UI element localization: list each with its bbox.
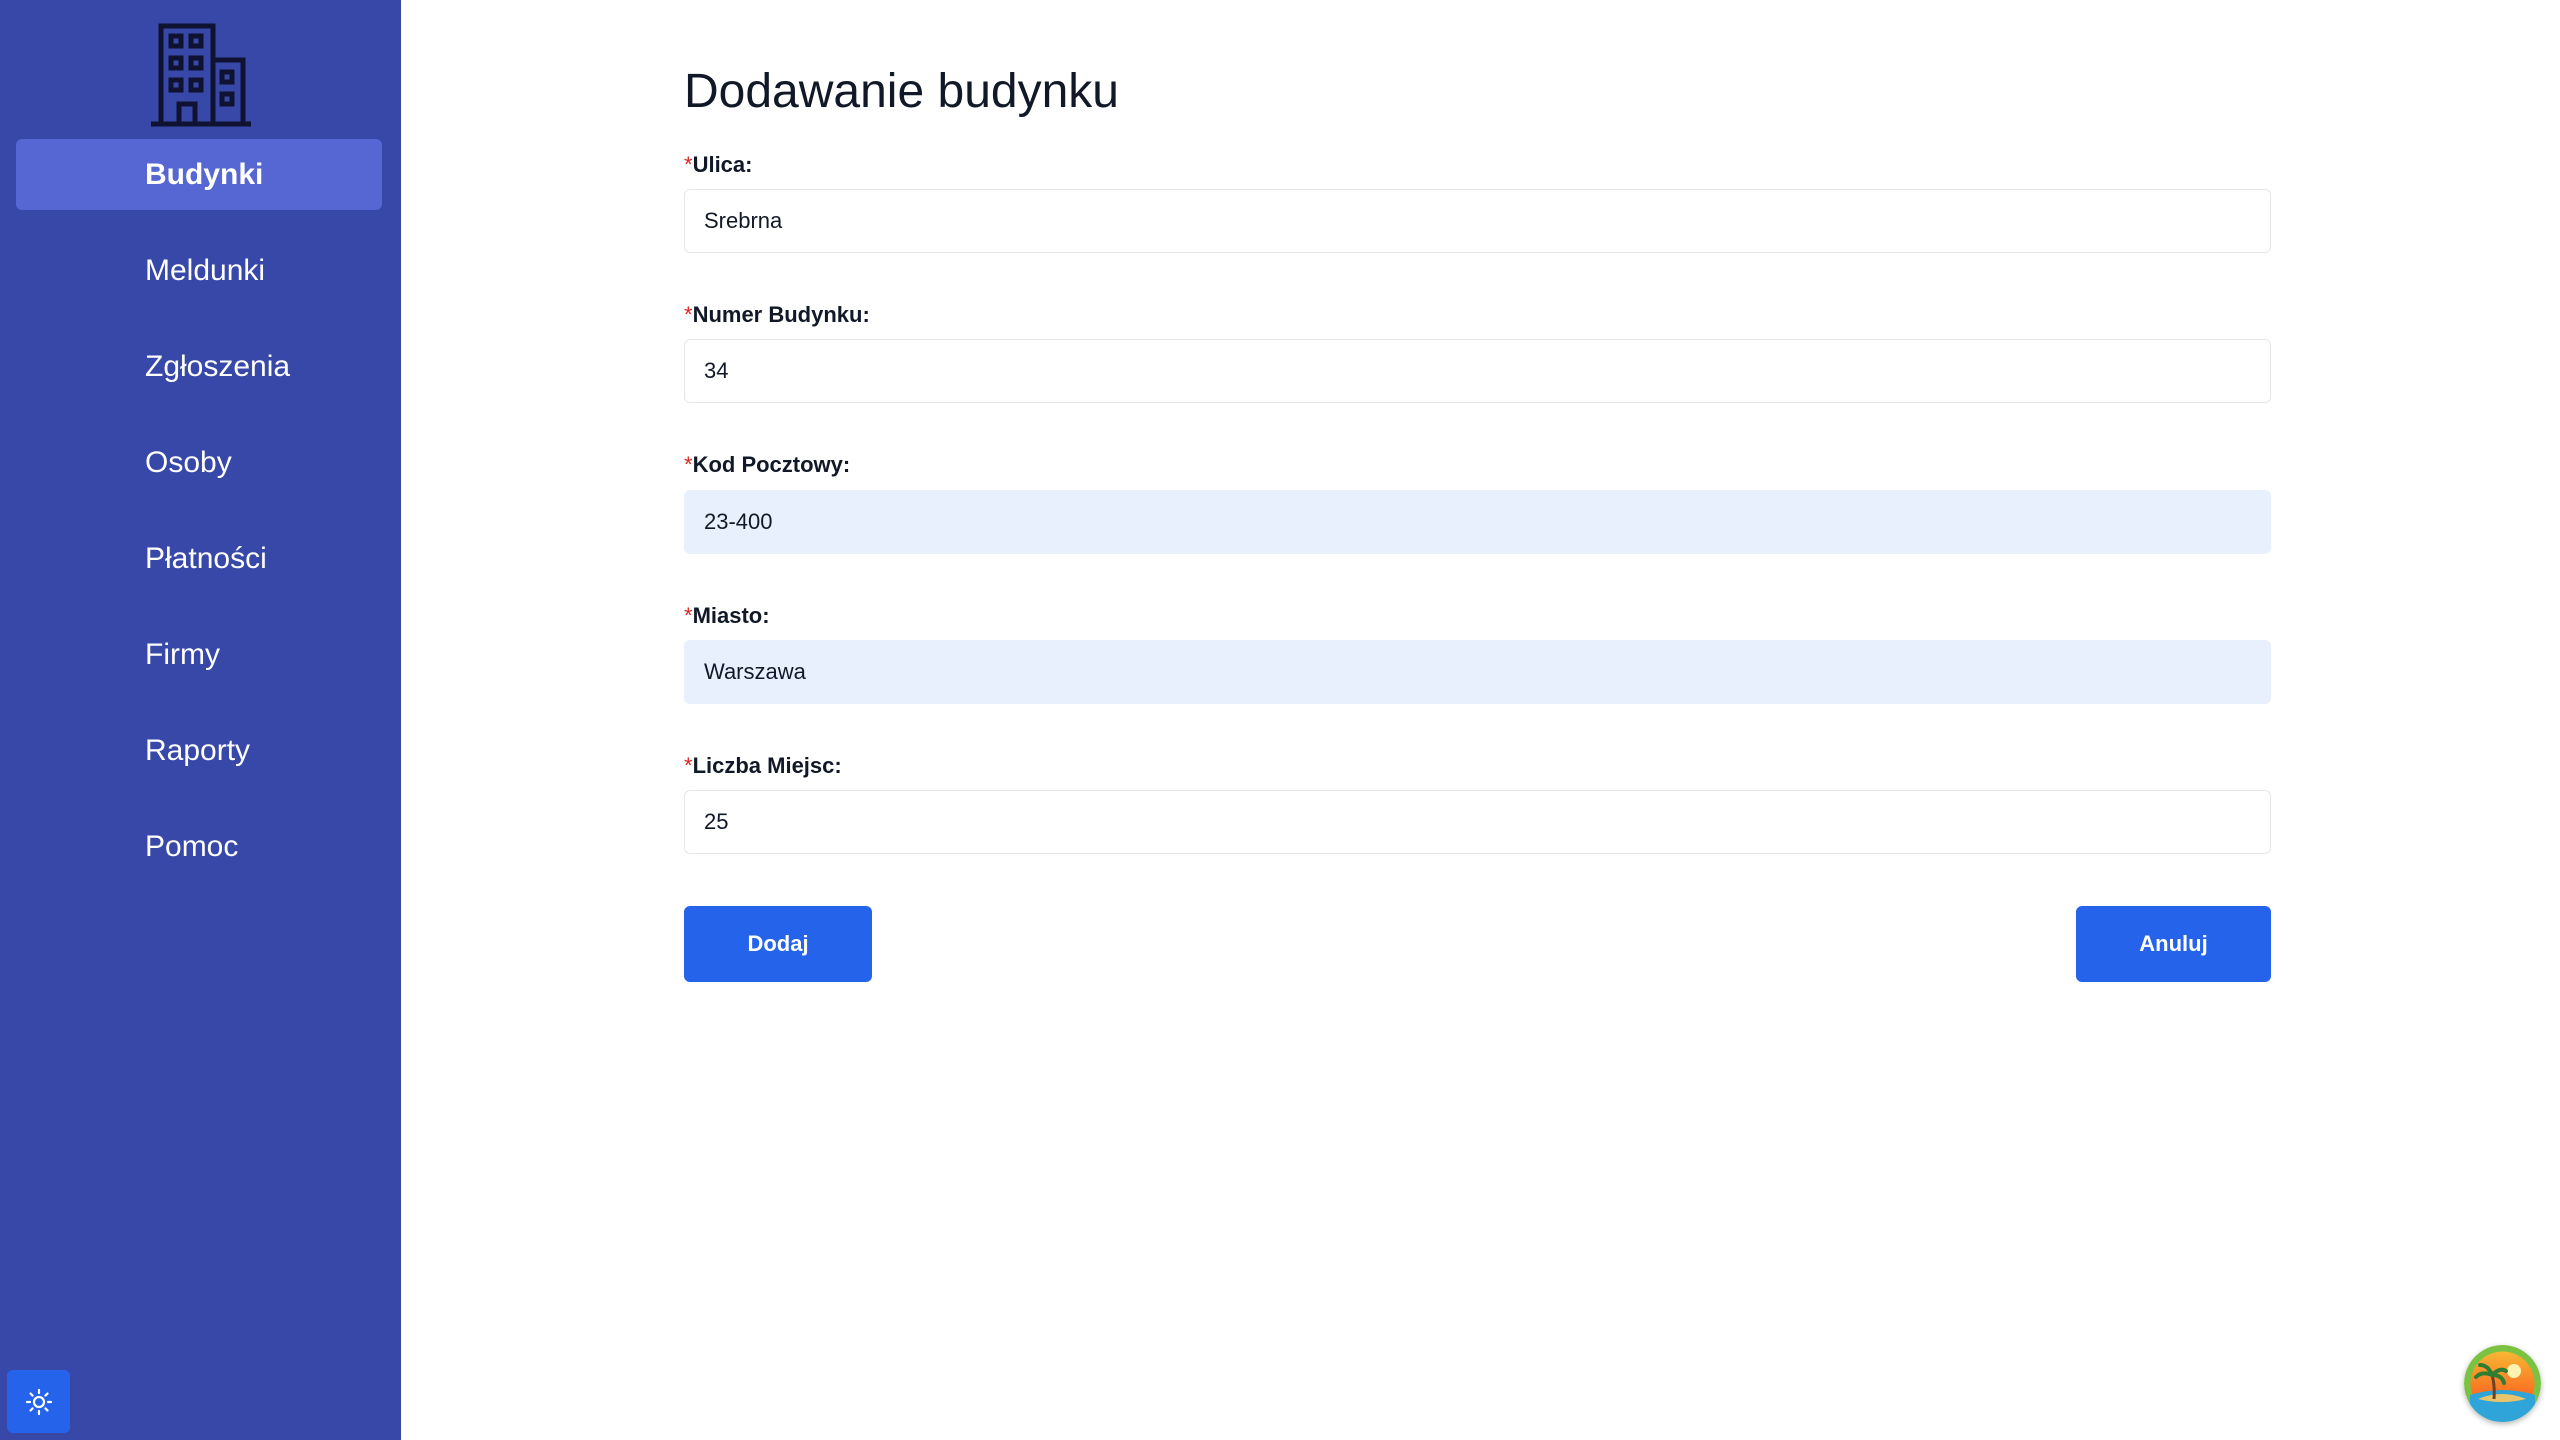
city-label-text: Miasto: xyxy=(692,603,770,628)
sidebar-item-raporty[interactable]: Raporty xyxy=(16,715,382,786)
sidebar-item-meldunki[interactable]: Meldunki xyxy=(16,235,382,306)
capacity-label-text: Liczba Miejsc: xyxy=(692,753,842,778)
theme-toggle-button[interactable] xyxy=(7,1370,70,1433)
sidebar-item-budynki[interactable]: Budynki xyxy=(16,139,382,210)
capacity-label: *Liczba Miejsc: xyxy=(684,753,842,779)
city-input[interactable] xyxy=(684,640,2271,704)
postal-code-label-text: Kod Pocztowy: xyxy=(692,452,851,477)
sidebar-item-osoby[interactable]: Osoby xyxy=(16,427,382,498)
postal-code-input[interactable] xyxy=(684,490,2271,554)
sidebar-item-platnosci[interactable]: Płatności xyxy=(16,523,382,594)
building-icon xyxy=(149,20,253,128)
building-number-label-text: Numer Budynku: xyxy=(692,302,870,327)
sidebar-item-zgloszenia[interactable]: Zgłoszenia xyxy=(16,331,382,402)
street-label: *Ulica: xyxy=(684,152,752,178)
avatar[interactable] xyxy=(2464,1345,2541,1422)
building-number-label: *Numer Budynku: xyxy=(684,302,870,328)
cancel-button[interactable]: Anuluj xyxy=(2076,906,2271,982)
required-mark: * xyxy=(684,302,693,327)
capacity-input[interactable] xyxy=(684,790,2271,854)
required-mark: * xyxy=(684,753,693,778)
postal-code-label: *Kod Pocztowy: xyxy=(684,452,850,478)
sun-icon xyxy=(25,1388,52,1415)
required-mark: * xyxy=(684,152,693,177)
city-label: *Miasto: xyxy=(684,603,770,629)
required-mark: * xyxy=(684,452,693,477)
sidebar: Budynki Meldunki Zgłoszenia Osoby Płatno… xyxy=(0,0,401,1440)
add-button[interactable]: Dodaj xyxy=(684,906,872,982)
street-label-text: Ulica: xyxy=(692,152,753,177)
building-number-input[interactable] xyxy=(684,339,2271,403)
main-content: Dodawanie budynku *Ulica: *Numer Budynku… xyxy=(401,0,2560,1440)
street-input[interactable] xyxy=(684,189,2271,253)
sidebar-item-firmy[interactable]: Firmy xyxy=(16,619,382,690)
sidebar-item-pomoc[interactable]: Pomoc xyxy=(16,811,382,882)
required-mark: * xyxy=(684,603,693,628)
app-root: Budynki Meldunki Zgłoszenia Osoby Płatno… xyxy=(0,0,2560,1440)
island-icon xyxy=(2464,1345,2541,1422)
page-title: Dodawanie budynku xyxy=(684,65,1119,118)
